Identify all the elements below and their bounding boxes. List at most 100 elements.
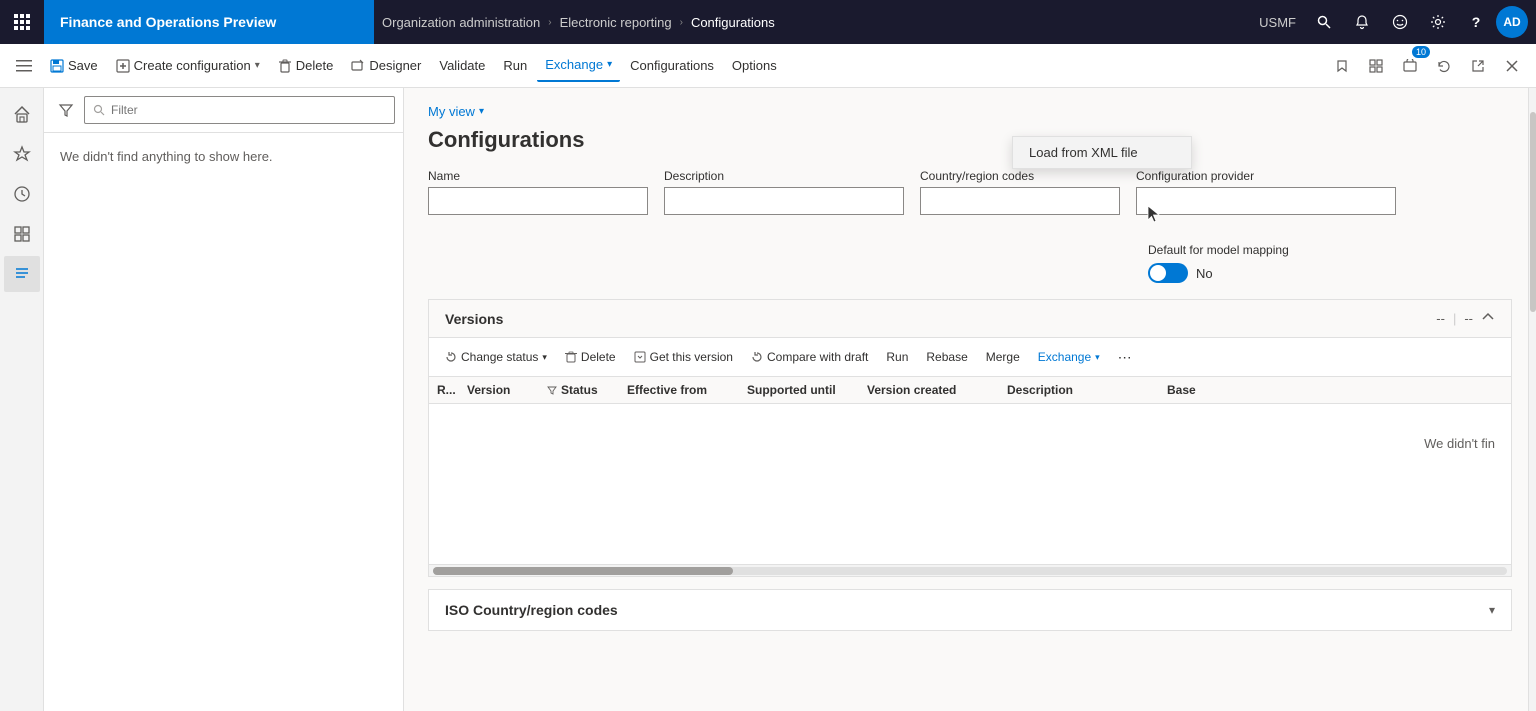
col-sup-until-header: Supported until (747, 383, 867, 397)
load-from-xml-option[interactable]: Load from XML file (1013, 137, 1191, 168)
settings-icon[interactable] (1420, 4, 1456, 40)
change-status-chevron: ▾ (542, 352, 547, 363)
badge-icon-btn[interactable]: 10 (1394, 50, 1426, 82)
bookmark-icon-btn[interactable] (1326, 50, 1358, 82)
col-desc-header: Description (1007, 383, 1167, 397)
default-mapping-label: Default for model mapping (1148, 243, 1289, 257)
rebase-button[interactable]: Rebase (918, 344, 975, 370)
change-status-button[interactable]: Change status ▾ (437, 344, 555, 370)
right-scrollbar[interactable] (1528, 88, 1536, 711)
versions-header: Versions -- | -- (429, 300, 1511, 338)
merge-button[interactable]: Merge (978, 344, 1028, 370)
undo-icon-btn[interactable] (1428, 50, 1460, 82)
default-mapping-toggle[interactable] (1148, 263, 1188, 283)
breadcrumb-config: Configurations (691, 15, 775, 30)
versions-delete-button[interactable]: Delete (557, 344, 624, 370)
form-section: Name Description Country/region codes Co… (404, 169, 1536, 243)
sidebar-home-btn[interactable] (4, 96, 40, 132)
more-options-button[interactable]: ⋯ (1110, 344, 1141, 370)
filter-icon-btn[interactable] (52, 96, 80, 124)
versions-exchange-button[interactable]: Exchange ▾ (1030, 344, 1108, 370)
scrollbar-track (433, 567, 1507, 575)
breadcrumb-er[interactable]: Electronic reporting (560, 15, 672, 30)
icon-sidebar (0, 88, 44, 711)
left-panel-toolbar (44, 88, 403, 133)
options-button[interactable]: Options (724, 50, 785, 82)
toggle-no-label: No (1196, 266, 1213, 281)
change-status-icon (445, 351, 457, 363)
description-input[interactable] (664, 187, 904, 215)
country-codes-input[interactable] (920, 187, 1120, 215)
save-button[interactable]: Save (42, 50, 106, 82)
user-avatar[interactable]: AD (1496, 6, 1528, 38)
sidebar-workspace-btn[interactable] (4, 216, 40, 252)
col-version-header: Version (467, 383, 547, 397)
versions-run-button[interactable]: Run (878, 344, 916, 370)
create-configuration-button[interactable]: Create configuration ▾ (108, 50, 268, 82)
close-icon-btn[interactable] (1496, 50, 1528, 82)
versions-collapse-btn[interactable] (1481, 310, 1495, 327)
configuration-provider-field: Configuration provider (1136, 169, 1396, 215)
search-input[interactable] (111, 103, 386, 117)
external-link-icon-btn[interactable] (1462, 50, 1494, 82)
exchange-button[interactable]: Exchange ▾ (537, 50, 620, 82)
get-version-icon (634, 351, 646, 363)
designer-icon (351, 59, 365, 73)
status-filter-icon[interactable] (547, 385, 557, 395)
compare-with-draft-button[interactable]: Compare with draft (743, 344, 876, 370)
iso-section-header[interactable]: ISO Country/region codes ▾ (429, 590, 1511, 630)
delete-icon (278, 59, 292, 73)
provider-input[interactable] (1136, 187, 1396, 215)
help-icon[interactable]: ? (1458, 4, 1494, 40)
sidebar-list-btn[interactable] (4, 256, 40, 292)
run-button[interactable]: Run (495, 50, 535, 82)
configurations-button[interactable]: Configurations (622, 50, 722, 82)
name-field: Name (428, 169, 648, 215)
sidebar-favorites-btn[interactable] (4, 136, 40, 172)
multiview-icon-btn[interactable] (1360, 50, 1392, 82)
config-view-header: My view ▾ (404, 88, 1536, 127)
name-input[interactable] (428, 187, 648, 215)
usmf-label: USMF (1259, 15, 1296, 30)
grid-menu-icon[interactable] (0, 0, 44, 44)
versions-dash1: -- (1436, 311, 1445, 326)
app-name: Finance and Operations Preview (44, 0, 374, 44)
delete-button[interactable]: Delete (270, 50, 342, 82)
smiley-icon[interactable] (1382, 4, 1418, 40)
col-base-header: Base (1167, 383, 1503, 397)
empty-message: We didn't find anything to show here. (60, 149, 273, 164)
sidebar-recent-btn[interactable] (4, 176, 40, 212)
breadcrumb-org[interactable]: Organization administration (382, 15, 540, 30)
top-navigation-bar: Finance and Operations Preview Organizat… (0, 0, 1536, 44)
notification-bell-icon[interactable] (1344, 4, 1380, 40)
menu-toggle-btn[interactable] (8, 50, 40, 82)
get-this-version-button[interactable]: Get this version (626, 344, 741, 370)
toggle-row: No (1148, 263, 1213, 283)
save-icon (50, 59, 64, 73)
create-icon (116, 59, 130, 73)
configurations-title: Configurations (404, 127, 1536, 169)
search-icon-btn[interactable] (1306, 4, 1342, 40)
validate-button[interactable]: Validate (431, 50, 493, 82)
designer-button[interactable]: Designer (343, 50, 429, 82)
my-view-button[interactable]: My view ▾ (428, 104, 484, 119)
scrollbar-thumb (433, 567, 733, 575)
col-eff-from-header: Effective from (627, 383, 747, 397)
versions-toolbar: Change status ▾ Delete Get this version … (429, 338, 1511, 377)
breadcrumb: Organization administration › Electronic… (374, 15, 1259, 30)
versions-delete-icon (565, 351, 577, 363)
iso-chevron-icon: ▾ (1489, 603, 1495, 617)
col-r-header: R... (437, 383, 467, 397)
main-layout: We didn't find anything to show here. Lo… (0, 88, 1536, 711)
provider-label: Configuration provider (1136, 169, 1396, 183)
top-right-icons: USMF ? AD (1259, 4, 1536, 40)
exchange-chevron-icon: ▾ (607, 59, 612, 70)
search-icon (93, 104, 105, 116)
left-panel-content: We didn't find anything to show here. (44, 133, 403, 711)
country-codes-label: Country/region codes (920, 169, 1120, 183)
create-chevron-icon: ▾ (255, 60, 260, 71)
versions-table-header: R... Version Status Effective from Suppo… (429, 377, 1511, 404)
my-view-chevron-icon: ▾ (479, 106, 484, 117)
horizontal-scrollbar[interactable] (429, 564, 1511, 576)
description-field: Description (664, 169, 904, 215)
